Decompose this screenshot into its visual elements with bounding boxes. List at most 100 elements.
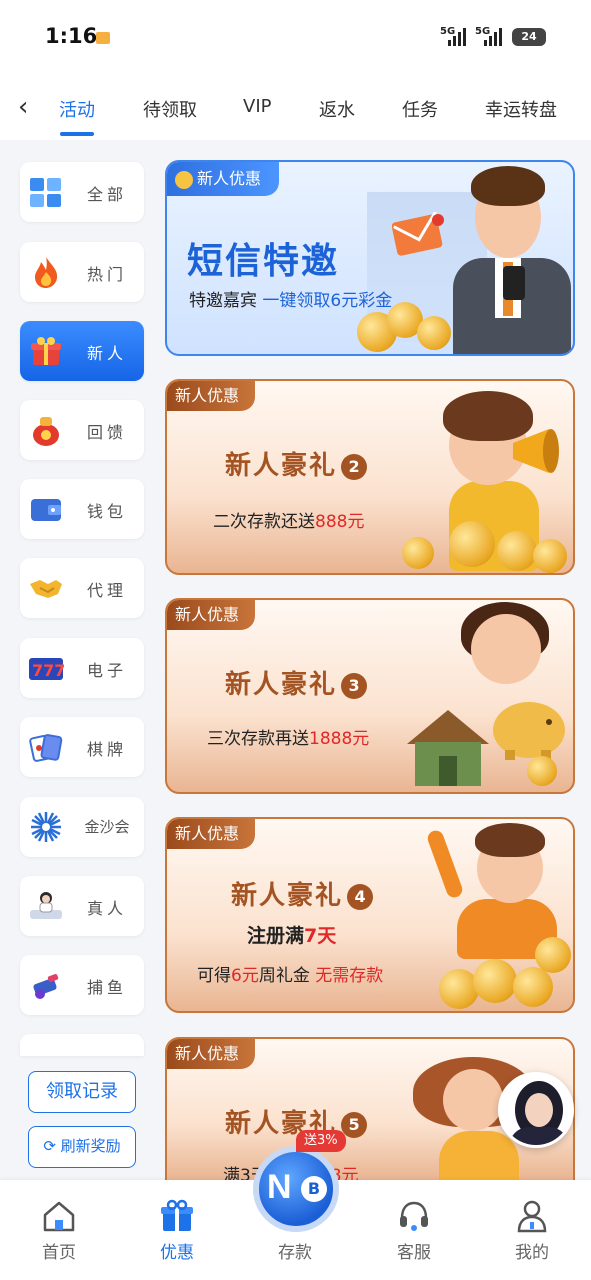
banner-sub-prefix: 二次存款还送	[213, 512, 315, 532]
banner-subtitle: 二次存款还送888元	[213, 507, 364, 532]
fishing-cannon-icon	[33, 974, 59, 999]
banner-title-text: 新人豪礼	[225, 451, 338, 481]
banner-line-2: 可得6元周礼金 无需存款	[197, 961, 383, 986]
live-dealer-icon	[30, 892, 62, 919]
banner-line2-prefix: 可得	[197, 966, 231, 986]
coin	[497, 531, 537, 571]
gift-icon	[31, 337, 61, 365]
promo-banner-newbie-3[interactable]: 新人优惠 新人豪礼 3 三次存款再送1888元	[165, 598, 575, 794]
clock: 1:16	[45, 24, 98, 48]
nav-label: 首页	[42, 1243, 76, 1263]
home-icon	[43, 1201, 75, 1232]
sidebar-item-label: 新人	[86, 344, 127, 363]
sidebar-item-feedback[interactable]: 回馈	[20, 400, 144, 460]
banner-line-1: 注册满7天	[247, 921, 336, 948]
deposit-bonus-badge: 送3%	[296, 1130, 346, 1152]
piggy-bank-icon	[493, 702, 565, 760]
tab-rebate[interactable]: 返水	[319, 96, 355, 122]
banner-sub-amount: 888元	[315, 512, 365, 532]
banner-title: 新人豪礼 5	[225, 1103, 368, 1140]
promo-banner-sms-invite[interactable]: 新人优惠 短信特邀 特邀嘉宾 一键领取6元彩金	[165, 160, 575, 356]
tab-activity[interactable]: 活动	[59, 96, 95, 122]
sidebar-item-fishing[interactable]: 捕鱼	[20, 955, 144, 1015]
banner-number-badge: 4	[347, 883, 374, 910]
sidebar-item-agent[interactable]: 代理	[20, 558, 144, 618]
coin	[527, 756, 557, 786]
signal-icon	[448, 28, 466, 46]
coin	[417, 316, 451, 350]
tab-pending[interactable]: 待领取	[143, 96, 197, 122]
banner-sub-highlight: 一键领取6元彩金	[262, 291, 393, 311]
coin	[535, 937, 571, 973]
nav-home[interactable]: 首页	[14, 1180, 104, 1280]
sidebar-item-label: 钱包	[86, 502, 127, 521]
banner-title: 新人豪礼 2	[225, 445, 368, 482]
banner-tag: 新人优惠	[167, 381, 256, 411]
promo-banner-newbie-2[interactable]: 新人优惠 新人豪礼 2 二次存款还送888元	[165, 379, 575, 575]
money-bag-icon	[33, 417, 59, 446]
nav-customer-service[interactable]: 客服	[369, 1180, 459, 1280]
sidebar-item-label: 金沙会	[84, 818, 130, 836]
promo-banner-newbie-4[interactable]: 新人优惠 新人豪礼 4 注册满7天 可得6元周礼金 无需存款	[165, 817, 575, 1013]
nav-label: 优惠	[160, 1243, 194, 1263]
banner-tag: 新人优惠	[167, 600, 256, 630]
sidebar-item-live[interactable]: 真人	[20, 876, 144, 936]
banner-line1-prefix: 注册满	[247, 925, 305, 947]
sidebar-item-label: 捕鱼	[86, 978, 127, 997]
banner-number-badge: 2	[341, 453, 368, 480]
refresh-rewards-label: 刷新奖励	[60, 1137, 121, 1155]
fab-letter: N	[267, 1168, 292, 1206]
tab-vip[interactable]: VIP	[243, 96, 271, 117]
sidebar-item-label: 全部	[86, 185, 127, 204]
sidebar-item-label: 回馈	[86, 423, 127, 442]
refresh-rewards-button[interactable]: ⟳ 刷新奖励	[28, 1126, 136, 1168]
nav-label: 我的	[515, 1243, 549, 1263]
coin	[449, 521, 495, 567]
banner-line2-no-deposit: 无需存款	[315, 966, 384, 986]
sidebar-item-cards[interactable]: 棋牌	[20, 717, 144, 777]
sidebar-item-all[interactable]: 全部	[20, 162, 144, 222]
sidebar-item-slots[interactable]: 777 电子	[20, 638, 144, 698]
user-icon	[517, 1200, 547, 1233]
tab-tasks[interactable]: 任务	[402, 96, 438, 122]
banner-title: 新人豪礼 4	[231, 875, 374, 912]
handshake-icon	[30, 580, 62, 598]
banner-sub-prefix: 三次存款再送	[207, 729, 309, 749]
megaphone-icon	[513, 429, 559, 473]
banner-sub-amount: 1888元	[309, 729, 370, 749]
back-icon[interactable]: ‹	[18, 92, 28, 122]
bitcoin-icon: B	[301, 1176, 327, 1202]
nav-label: 客服	[397, 1243, 431, 1263]
battery-icon: 24	[512, 28, 546, 46]
banner-number-badge: 3	[341, 672, 368, 699]
slot-777-icon: 777	[29, 658, 64, 680]
sidebar-item-hot[interactable]: 热门	[20, 242, 144, 302]
house-icon	[407, 710, 489, 786]
sidebar-item-wallet[interactable]: 钱包	[20, 479, 144, 539]
customer-service-avatar[interactable]	[498, 1072, 574, 1148]
sidebar-item-jinsha[interactable]: 金沙会	[20, 797, 144, 857]
banner-subtitle: 三次存款再送1888元	[207, 724, 369, 749]
claim-records-button[interactable]: 领取记录	[28, 1071, 136, 1113]
tab-bar: ‹ 活动 待领取 VIP 返水 任务 幸运转盘	[0, 76, 591, 140]
nav-promotions[interactable]: 优惠	[132, 1180, 222, 1280]
wallet-icon	[31, 499, 61, 521]
headset-icon	[400, 1201, 428, 1231]
tab-lucky-wheel[interactable]: 幸运转盘	[485, 96, 557, 122]
coin-badge-icon	[175, 170, 193, 189]
nav-label: 存款	[278, 1243, 312, 1263]
sidebar-item-partial[interactable]	[20, 1034, 144, 1056]
banner-title-text: 新人豪礼	[225, 670, 338, 700]
coin	[473, 959, 517, 1003]
banner-title: 新人豪礼 3	[225, 664, 368, 701]
coin	[513, 967, 553, 1007]
deposit-fab-button[interactable]: N B	[253, 1146, 339, 1232]
nav-profile[interactable]: 我的	[487, 1180, 577, 1280]
sidebar-item-newbie[interactable]: 新人	[20, 321, 144, 381]
cubes-icon	[30, 178, 61, 207]
notification-icon	[96, 32, 110, 44]
banner-sub-prefix: 特邀嘉宾	[189, 291, 263, 311]
banner-line2-amount: 6元	[231, 966, 259, 986]
sidebar-item-label: 真人	[86, 899, 127, 918]
banner-title-text: 新人豪礼	[231, 881, 344, 911]
